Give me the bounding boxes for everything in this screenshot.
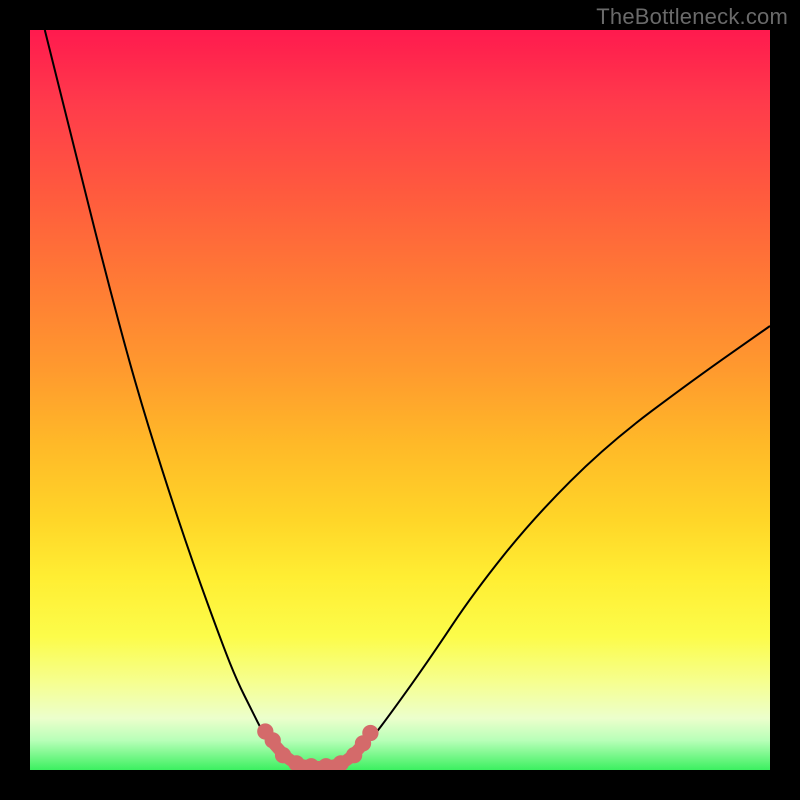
- valley-markers: [257, 723, 378, 770]
- plot-area: [30, 30, 770, 770]
- chart-svg: [30, 30, 770, 770]
- watermark-label: TheBottleneck.com: [596, 4, 788, 30]
- series-right-branch: [341, 326, 770, 766]
- valley-marker-dot: [362, 725, 378, 741]
- valley-marker-dot: [265, 732, 281, 748]
- series-left-branch: [45, 30, 297, 766]
- left-branch-path: [45, 30, 297, 766]
- right-branch-path: [341, 326, 770, 766]
- chart-frame: TheBottleneck.com: [0, 0, 800, 800]
